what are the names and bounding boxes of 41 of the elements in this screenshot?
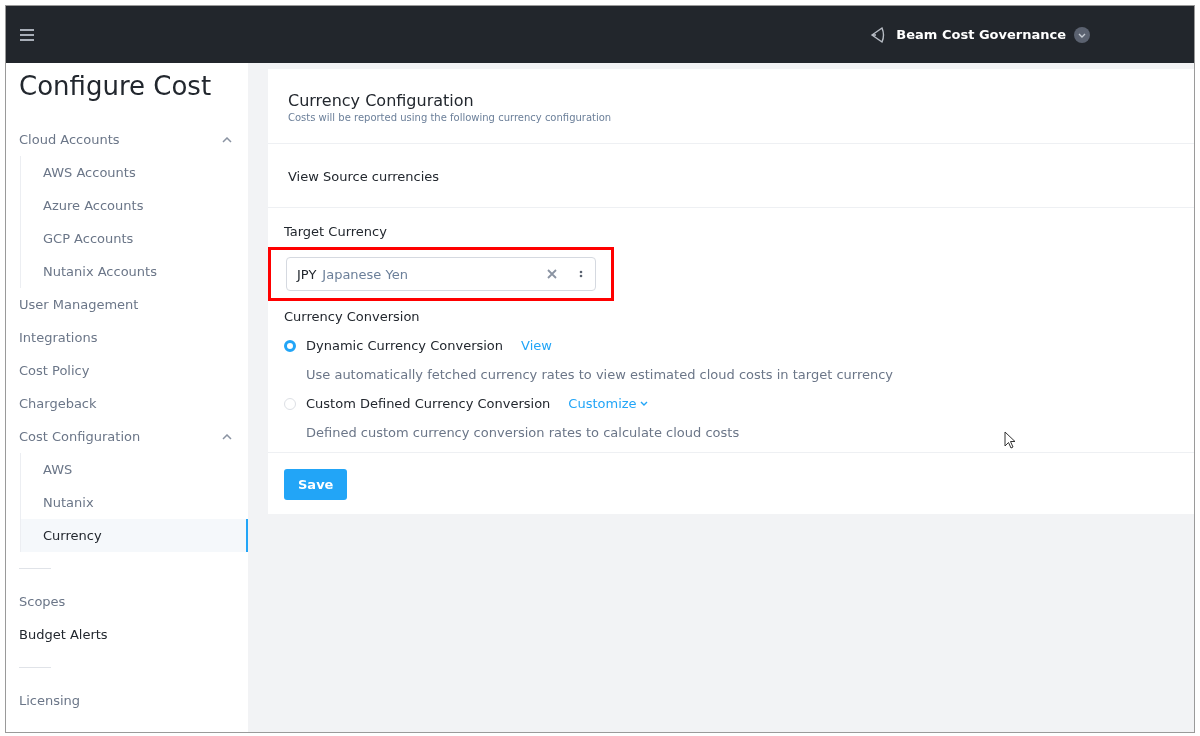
radio-button[interactable] (284, 339, 296, 352)
sidebar-group[interactable]: Cost Configuration (19, 420, 248, 453)
sidebar-item[interactable]: Chargeback (19, 387, 248, 420)
sidebar-group[interactable]: Cloud Accounts (19, 123, 248, 156)
sidebar-item[interactable]: Cost Policy (19, 354, 248, 387)
sidebar-item[interactable]: Currency (21, 519, 248, 552)
option-label: Custom Defined Currency Conversion (306, 396, 551, 411)
section-subtitle: Costs will be reported using the following currency configuration (288, 112, 613, 123)
dropdown-icon[interactable] (1074, 26, 1090, 43)
menu-icon (20, 28, 34, 41)
sidebar-item[interactable]: Integrations (19, 321, 248, 354)
sidebar-item[interactable]: Budget Alerts (19, 618, 248, 651)
option-description: Defined custom currency conversion rates to calculate cloud costs (306, 425, 740, 440)
option-link[interactable]: View (521, 338, 552, 353)
save-button[interactable]: Save (284, 469, 348, 500)
sidebar-item[interactable]: GCP Accounts (21, 222, 248, 255)
sidebar-item[interactable]: Nutanix (21, 486, 248, 519)
currency-select[interactable]: JPY Japanese Yen (286, 257, 596, 291)
field-label: Currency Conversion (284, 309, 420, 324)
sidebar-item[interactable]: Licensing (19, 684, 248, 717)
sidebar-item[interactable]: User Management (19, 288, 248, 321)
app-name[interactable]: Beam Cost Governance (896, 27, 1066, 42)
option-description: Use automatically fetched currency rates to view estimated cloud costs in target currency (306, 367, 894, 382)
menu-button[interactable] (20, 28, 34, 41)
option-label: Dynamic Currency Conversion (306, 338, 504, 353)
option-link[interactable]: Customize (568, 396, 648, 411)
section-title: Currency Configuration (288, 91, 475, 110)
caret-icon (639, 401, 648, 406)
field-label: Target Currency (284, 224, 387, 239)
sidebar-item[interactable]: AWS Accounts (21, 156, 248, 189)
chevron-icon[interactable] (222, 433, 232, 440)
clear-icon[interactable] (547, 269, 557, 279)
sidebar-item[interactable]: Nutanix Accounts (21, 255, 248, 288)
sidebar-item[interactable]: AWS (21, 453, 248, 486)
sidebar-item[interactable]: Scopes (19, 585, 248, 618)
page-title: Configure Cost (19, 71, 213, 101)
sidebar-item[interactable]: Azure Accounts (21, 189, 248, 222)
source-currencies-link[interactable]: View Source currencies (288, 169, 440, 184)
cursor-icon (1004, 431, 1016, 449)
chevron-icon[interactable] (222, 136, 232, 143)
sort-icon[interactable] (577, 269, 585, 279)
